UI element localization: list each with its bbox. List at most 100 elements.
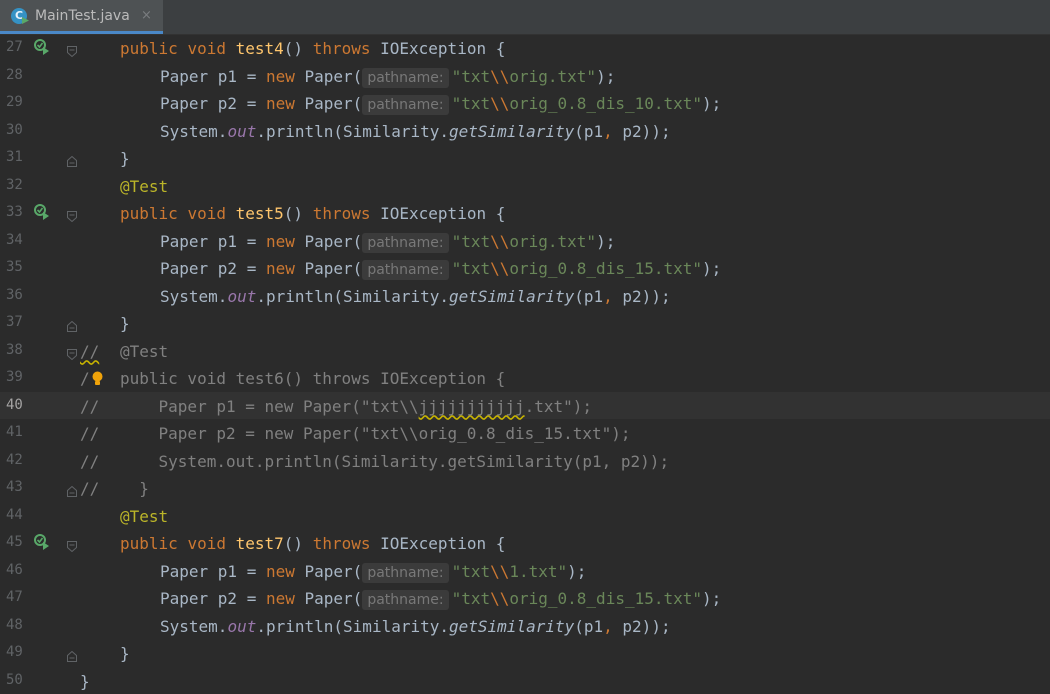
method-name: test7 bbox=[235, 534, 284, 553]
keyword-new: new bbox=[265, 259, 295, 278]
println-call: .println(Similarity. bbox=[256, 616, 449, 636]
fold-open-icon[interactable] bbox=[67, 537, 77, 553]
code-line[interactable]: 36 System.out.println(Similarity.getSimil… bbox=[0, 282, 1050, 310]
line-number: 43 bbox=[6, 479, 23, 495]
variable-declaration: Paper p1 = bbox=[160, 561, 266, 581]
code-line[interactable]: 31} bbox=[0, 144, 1050, 172]
code-line[interactable]: 37} bbox=[0, 309, 1050, 337]
code-text: Paper p2 = new Paper("txt\\orig_0.8_dis_… bbox=[120, 424, 631, 443]
line-number: 36 bbox=[6, 286, 23, 303]
code-line[interactable]: 29 Paper p2 = new Paper(pathname: "txt\\or… bbox=[0, 89, 1050, 117]
code-text: @Test bbox=[120, 177, 168, 196]
code-line[interactable]: 45 public void test7() throws IOException… bbox=[0, 529, 1050, 557]
code-line[interactable]: 40 // Paper p1 = new Paper("txt\\jjjjjjjj… bbox=[0, 391, 1050, 419]
code-line[interactable]: 50} bbox=[0, 667, 1050, 694]
keyword-void: void bbox=[187, 534, 226, 553]
keyword-void: void bbox=[187, 204, 226, 223]
static-field-out: out bbox=[227, 616, 257, 636]
code-text: } bbox=[120, 479, 149, 498]
constructor-call: Paper( bbox=[294, 589, 363, 608]
code-line[interactable]: 28 Paper p1 = new Paper(pathname: "txt\\or… bbox=[0, 62, 1050, 90]
string-escape: \\ bbox=[490, 259, 510, 278]
string-literal: "txt bbox=[451, 561, 491, 581]
code-line[interactable]: 44 @Test bbox=[0, 502, 1050, 530]
code-text: } bbox=[120, 314, 130, 333]
static-method-getsimilarity: getSimilarity bbox=[449, 616, 575, 636]
parameter-hint: pathname: bbox=[362, 260, 449, 280]
fold-close-icon[interactable] bbox=[67, 317, 77, 332]
string-literal: "txt bbox=[451, 66, 491, 86]
code-line[interactable]: 41 // Paper p2 = new Paper("txt\\orig_0.8… bbox=[0, 419, 1050, 447]
code-line[interactable]: 30 System.out.println(Similarity.getSimil… bbox=[0, 117, 1050, 145]
parameter-hint: pathname: bbox=[362, 562, 449, 583]
closing-brace: } bbox=[120, 149, 130, 168]
variable-declaration: Paper p2 = bbox=[160, 94, 266, 113]
code-text: public void test7() throws IOException { bbox=[120, 534, 505, 553]
constructor-call: Paper( bbox=[294, 66, 363, 86]
close-icon[interactable]: × bbox=[141, 8, 152, 23]
fold-close-icon[interactable] bbox=[67, 647, 77, 662]
line-number: 32 bbox=[6, 176, 23, 193]
string-literal-rest: 1.txt" bbox=[509, 561, 568, 581]
statement-end: ); bbox=[596, 66, 616, 86]
java-class-icon: C bbox=[11, 8, 27, 24]
code-line[interactable]: 48 System.out.println(Similarity.getSimil… bbox=[0, 612, 1050, 640]
code-line[interactable]: 32 @Test bbox=[0, 172, 1050, 200]
closing-brace: } bbox=[120, 314, 130, 333]
parameter-hint: pathname: bbox=[362, 590, 449, 610]
code-text: Paper p1 = new Paper(pathname: "txt\\orig… bbox=[160, 232, 615, 253]
fold-close-icon[interactable] bbox=[67, 152, 77, 167]
code-text: public void test6() throws IOException { bbox=[120, 369, 505, 388]
commented-code: @Test bbox=[120, 341, 169, 361]
comma: , bbox=[603, 286, 613, 306]
run-test-icon[interactable] bbox=[34, 204, 50, 220]
line-number: 35 bbox=[6, 259, 23, 275]
string-literal-rest: orig_0.8_dis_15.txt" bbox=[509, 589, 703, 608]
method-name: test5 bbox=[235, 204, 284, 223]
comment-marker: // bbox=[80, 424, 100, 443]
static-method-getsimilarity: getSimilarity bbox=[449, 286, 575, 306]
commented-code-typo: jjjjjjjjjjj bbox=[418, 396, 525, 416]
call-args: (p1 bbox=[574, 286, 604, 306]
static-field-out: out bbox=[227, 286, 257, 306]
code-line[interactable]: 46 Paper p1 = new Paper(pathname: "txt\\1.… bbox=[0, 557, 1050, 585]
constructor-call: Paper( bbox=[294, 561, 363, 581]
lightbulb-icon[interactable] bbox=[91, 371, 104, 386]
parameter-hint: pathname: bbox=[362, 67, 449, 88]
code-line[interactable]: 34 Paper p1 = new Paper(pathname: "txt\\or… bbox=[0, 227, 1050, 255]
string-literal: "txt bbox=[451, 589, 491, 608]
code-text: @Test bbox=[120, 507, 168, 526]
code-line[interactable]: 38 // @Test bbox=[0, 337, 1050, 365]
code-line[interactable]: 47 Paper p2 = new Paper(pathname: "txt\\or… bbox=[0, 584, 1050, 612]
code-line[interactable]: 39 / public void test6() throws IOExceptio… bbox=[0, 364, 1050, 392]
fold-open-icon[interactable] bbox=[67, 42, 77, 58]
code-text: Paper p1 = new Paper(pathname: "txt\\1.tx… bbox=[160, 562, 586, 583]
parens: () bbox=[283, 534, 304, 553]
code-line[interactable]: 27 public void test4() throws IOException… bbox=[0, 34, 1050, 62]
string-literal-rest: orig_0.8_dis_15.txt" bbox=[509, 259, 703, 278]
tab-maintest-java[interactable]: C MainTest.java × bbox=[0, 0, 163, 34]
exception-type: IOException { bbox=[380, 534, 506, 553]
commented-code-end: .txt"); bbox=[524, 396, 593, 416]
code-text: System.out.println(Similarity.getSimilar… bbox=[160, 122, 671, 141]
code-line[interactable]: 42 // System.out.println(Similarity.getSi… bbox=[0, 447, 1050, 475]
run-test-icon[interactable] bbox=[34, 39, 50, 55]
line-number: 30 bbox=[6, 121, 23, 138]
method-name: test4 bbox=[235, 39, 284, 58]
code-line[interactable]: 35 Paper p2 = new Paper(pathname: "txt\\or… bbox=[0, 254, 1050, 282]
fold-open-icon[interactable] bbox=[67, 207, 77, 223]
keyword-public: public bbox=[120, 204, 178, 223]
keyword-new: new bbox=[265, 66, 295, 86]
fold-open-icon[interactable] bbox=[67, 345, 77, 360]
string-escape: \\ bbox=[490, 561, 510, 581]
closing-brace: } bbox=[120, 644, 130, 663]
constructor-call: Paper( bbox=[294, 231, 363, 251]
code-line[interactable]: 49} bbox=[0, 639, 1050, 667]
keyword-new: new bbox=[265, 561, 295, 581]
line-number: 44 bbox=[6, 506, 23, 523]
run-test-icon[interactable] bbox=[34, 534, 50, 550]
code-line[interactable]: 43 // } bbox=[0, 474, 1050, 502]
code-line[interactable]: 33 public void test5() throws IOException… bbox=[0, 199, 1050, 227]
fold-close-icon[interactable] bbox=[67, 482, 77, 497]
line-number: 46 bbox=[6, 561, 23, 578]
